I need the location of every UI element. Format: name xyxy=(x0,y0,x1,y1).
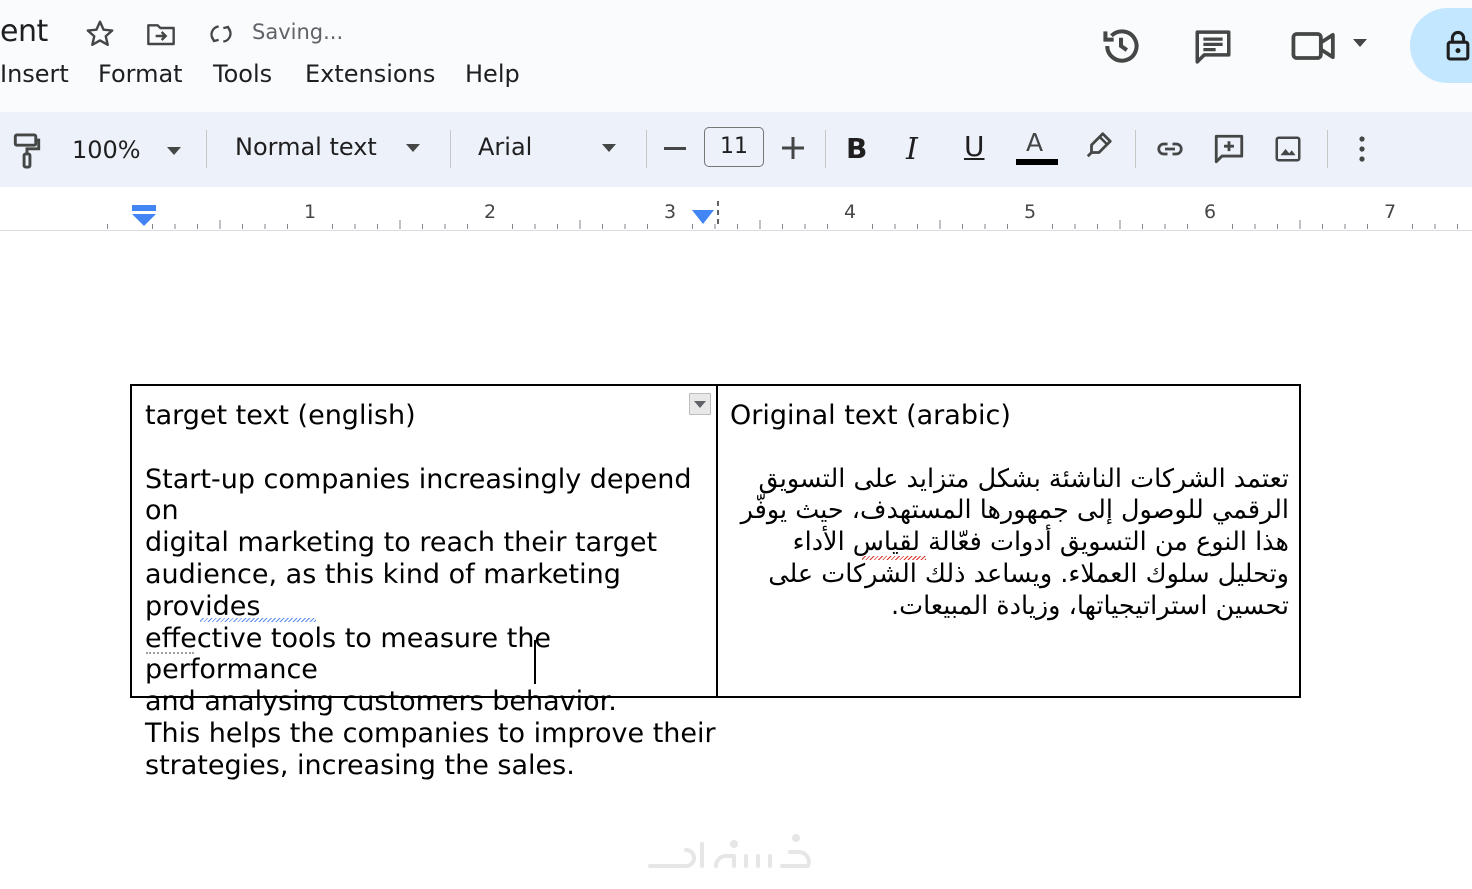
bold-button[interactable]: B xyxy=(846,132,867,165)
ruler-number: 4 xyxy=(843,201,857,223)
font-size-input[interactable]: 11 xyxy=(704,127,764,167)
text-color-button[interactable]: A xyxy=(1016,128,1058,168)
document-title[interactable]: ent xyxy=(0,14,48,49)
toolbar-divider xyxy=(1135,130,1136,168)
toolbar-divider xyxy=(825,130,826,168)
ruler-ticks xyxy=(107,220,1458,229)
text-color-letter: A xyxy=(1026,128,1044,157)
style-chevron-down-icon[interactable] xyxy=(405,143,421,153)
cell-body-original[interactable]: تعتمد الشركات الناشئة بشكل متزايد على ال… xyxy=(730,464,1289,623)
ruler-number: 3 xyxy=(663,201,677,223)
increase-font-size-icon[interactable] xyxy=(782,137,804,159)
toolbar-divider xyxy=(450,130,451,168)
zoom-select[interactable]: 100% xyxy=(72,136,141,164)
ruler-number: 7 xyxy=(1383,201,1397,223)
document-table[interactable]: target text (english) Start-up companies… xyxy=(130,384,1301,781)
toolbar-divider xyxy=(206,130,207,168)
font-chevron-down-icon[interactable] xyxy=(601,143,617,153)
menu-insert[interactable]: Insert xyxy=(0,60,69,88)
paint-format-icon[interactable] xyxy=(12,132,42,170)
ruler-number: 1 xyxy=(303,201,317,223)
menu-help[interactable]: Help xyxy=(465,60,520,88)
version-history-icon[interactable] xyxy=(1099,24,1143,68)
text-color-swatch xyxy=(1016,159,1058,165)
ruler-number: 6 xyxy=(1203,201,1217,223)
cell-heading-target: target text (english) xyxy=(145,400,416,431)
add-comment-icon[interactable] xyxy=(1212,132,1246,166)
menu-format[interactable]: Format xyxy=(98,60,183,88)
text-cursor xyxy=(534,640,536,684)
table-cell-target[interactable]: target text (english) Start-up companies… xyxy=(132,386,716,781)
more-vert-icon[interactable] xyxy=(1355,134,1369,164)
link-icon[interactable] xyxy=(1153,134,1187,164)
formatting-toolbar: 100% Normal text Arial 11 B I U A xyxy=(0,112,1472,187)
insert-image-icon[interactable] xyxy=(1273,134,1303,164)
toolbar-divider xyxy=(1327,130,1328,168)
move-folder-icon[interactable] xyxy=(144,18,178,50)
chevron-down-icon[interactable] xyxy=(1352,38,1368,48)
khamsat-logo-icon xyxy=(646,832,826,877)
docs-header: ent Saving... Insert Format Tools Extens… xyxy=(0,0,1472,112)
ruler-number: 5 xyxy=(1023,201,1037,223)
spelling-error-underline[interactable] xyxy=(862,556,926,560)
decrease-font-size-icon[interactable] xyxy=(664,147,686,151)
star-icon[interactable] xyxy=(84,18,116,50)
underline-button[interactable]: U xyxy=(964,130,985,163)
meet-video-icon[interactable] xyxy=(1290,28,1338,64)
italic-button[interactable]: I xyxy=(906,132,918,167)
spelling-suggestion-underline[interactable] xyxy=(200,618,316,622)
paragraph-style-select[interactable]: Normal text xyxy=(235,133,377,161)
menu-extensions[interactable]: Extensions xyxy=(305,60,435,88)
lock-icon xyxy=(1444,28,1472,67)
cell-heading-original: Original text (arabic) xyxy=(730,400,1011,431)
cell-body-target[interactable]: Start-up companies increasingly depend o… xyxy=(145,464,716,782)
highlight-pen-icon[interactable] xyxy=(1084,130,1114,160)
font-family-select[interactable]: Arial xyxy=(478,133,532,161)
zoom-chevron-down-icon[interactable] xyxy=(166,146,182,156)
saving-status: Saving... xyxy=(252,20,344,44)
ruler-number: 2 xyxy=(483,201,497,223)
toolbar-divider xyxy=(646,130,647,168)
table-cell-original[interactable]: Original text (arabic) تعتمد الشركات الن… xyxy=(718,386,1301,696)
menu-tools[interactable]: Tools xyxy=(213,60,272,88)
cell-menu-dropdown-icon[interactable] xyxy=(689,393,711,415)
saving-sync-icon xyxy=(206,20,236,48)
horizontal-ruler[interactable]: 1 2 3 4 5 6 7 xyxy=(0,187,1472,231)
comments-icon[interactable] xyxy=(1191,26,1235,68)
share-button[interactable] xyxy=(1410,8,1472,83)
grammar-suggestion-underline[interactable] xyxy=(146,652,194,656)
